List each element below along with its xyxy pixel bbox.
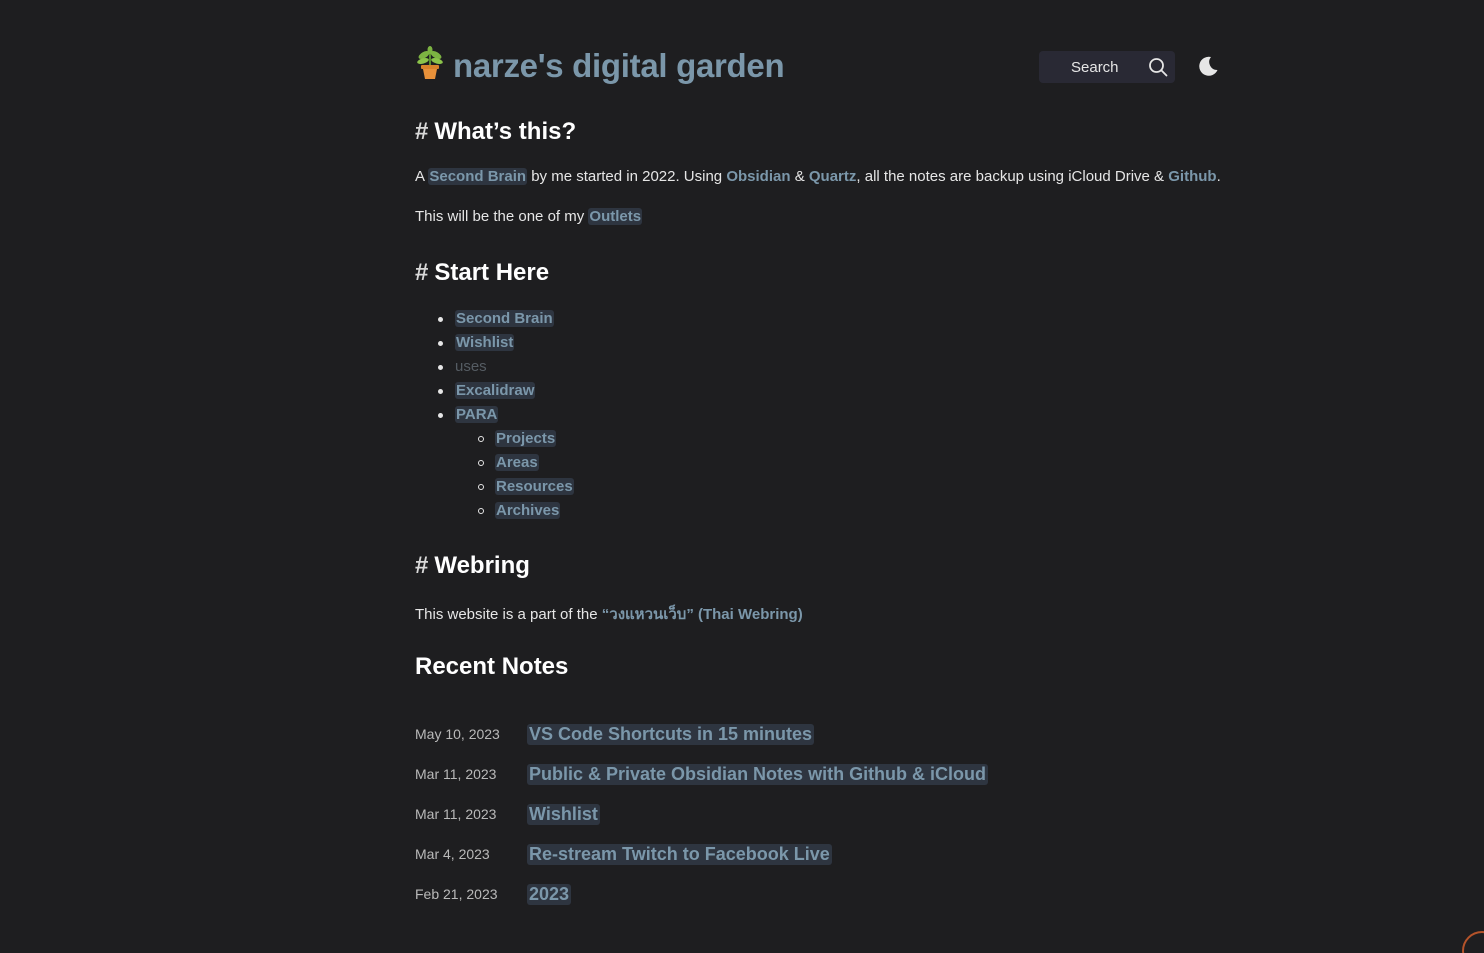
- recent-note-row: May 10, 2023 VS Code Shortcuts in 15 min…: [415, 714, 1220, 754]
- list-item: Wishlist: [415, 331, 574, 355]
- outlets-paragraph: This will be the one of my Outlets: [415, 208, 643, 225]
- sub-list-item: Projects: [415, 427, 574, 451]
- plant-logo-svg: [417, 46, 443, 79]
- heading-anchor[interactable]: #: [415, 259, 428, 286]
- recent-notes-list: May 10, 2023 VS Code Shortcuts in 15 min…: [415, 714, 1220, 914]
- corner-widget-button[interactable]: [1462, 931, 1484, 953]
- link-projects[interactable]: Projects: [495, 430, 557, 447]
- link-thai-webring[interactable]: “วงแหวนเว็บ” (Thai Webring): [602, 606, 803, 623]
- heading-start-here: # Start Here: [415, 259, 549, 287]
- link-quartz[interactable]: Quartz: [809, 168, 857, 185]
- link-excalidraw[interactable]: Excalidraw: [455, 382, 536, 399]
- search-icon: [1149, 58, 1168, 77]
- link-obsidian[interactable]: Obsidian: [726, 168, 790, 185]
- link-second-brain[interactable]: Second Brain: [428, 168, 528, 185]
- link-second-brain[interactable]: Second Brain: [455, 310, 554, 327]
- text-fragment: This will be the one of my: [415, 208, 585, 225]
- sub-list-item: Areas: [415, 451, 574, 475]
- list-item: uses: [415, 355, 574, 379]
- note-link[interactable]: Re-stream Twitch to Facebook Live: [527, 843, 832, 865]
- text-fragment: &: [794, 168, 805, 185]
- webring-paragraph: This website is a part of the “วงแหวนเว็…: [415, 602, 803, 626]
- link-wishlist[interactable]: Wishlist: [455, 334, 515, 351]
- start-here-list: Second Brain Wishlist uses Excalidraw PA…: [415, 307, 574, 523]
- text-fragment: A: [415, 168, 425, 185]
- note-date: Mar 11, 2023: [415, 766, 497, 782]
- page: narze's digital garden Search # What’s th…: [0, 0, 1484, 953]
- note-link[interactable]: Wishlist: [527, 803, 600, 825]
- list-item: PARA: [415, 403, 574, 427]
- site-header: narze's digital garden Search: [415, 0, 1220, 100]
- link-resources[interactable]: Resources: [495, 478, 574, 495]
- note-date: Mar 4, 2023: [415, 846, 490, 862]
- list-item: Excalidraw: [415, 379, 574, 403]
- note-link[interactable]: VS Code Shortcuts in 15 minutes: [527, 723, 815, 745]
- heading-text: What’s this?: [434, 118, 577, 145]
- recent-note-row: Mar 11, 2023 Wishlist: [415, 794, 1220, 834]
- link-areas[interactable]: Areas: [495, 454, 539, 471]
- link-para[interactable]: PARA: [455, 406, 499, 423]
- link-archives[interactable]: Archives: [495, 502, 561, 519]
- recent-note-row: Mar 4, 2023 Re-stream Twitch to Facebook…: [415, 834, 1220, 874]
- text-fragment: by me started in 2022. Using: [531, 168, 723, 185]
- site-title: narze's digital garden: [453, 47, 785, 84]
- recent-note-row: Feb 21, 2023 2023: [415, 874, 1220, 914]
- note-date: Mar 11, 2023: [415, 806, 497, 822]
- sub-list-item: Resources: [415, 475, 574, 499]
- link-outlets[interactable]: Outlets: [588, 208, 643, 225]
- intro-paragraph: A Second Brain by me started in 2022. Us…: [415, 168, 1221, 185]
- heading-whats-this: # What’s this?: [415, 118, 576, 146]
- heading-webring: # Webring: [415, 552, 530, 580]
- sub-list-item: Archives: [415, 499, 574, 523]
- text-fragment: , all the notes are backup using iCloud …: [856, 168, 1165, 185]
- note-link[interactable]: Public & Private Obsidian Notes with Git…: [527, 763, 989, 785]
- heading-anchor[interactable]: #: [415, 552, 428, 579]
- list-item: Second Brain: [415, 307, 574, 331]
- text-fragment: This website is a part of the: [415, 606, 598, 623]
- heading-recent-notes: Recent Notes: [415, 653, 568, 681]
- moon-icon[interactable]: [1197, 55, 1219, 77]
- note-date: Feb 21, 2023: [415, 886, 498, 902]
- note-date: May 10, 2023: [415, 726, 500, 742]
- heading-text: Start Here: [434, 259, 550, 286]
- content: narze's digital garden Search # What’s th…: [415, 0, 1221, 905]
- search-label: Search: [1071, 58, 1119, 76]
- text-fragment: .: [1216, 168, 1221, 185]
- heading-text: Recent Notes: [415, 653, 569, 680]
- heading-anchor[interactable]: #: [415, 118, 428, 145]
- link-github[interactable]: Github: [1168, 168, 1216, 185]
- site-title-link[interactable]: narze's digital garden: [415, 46, 785, 86]
- heading-text: Webring: [434, 552, 530, 579]
- link-uses[interactable]: uses: [455, 358, 487, 375]
- recent-note-row: Mar 11, 2023 Public & Private Obsidian N…: [415, 754, 1220, 794]
- note-link[interactable]: 2023: [527, 883, 572, 905]
- plant-logo-icon: [415, 46, 445, 86]
- search-button[interactable]: Search: [1039, 51, 1175, 83]
